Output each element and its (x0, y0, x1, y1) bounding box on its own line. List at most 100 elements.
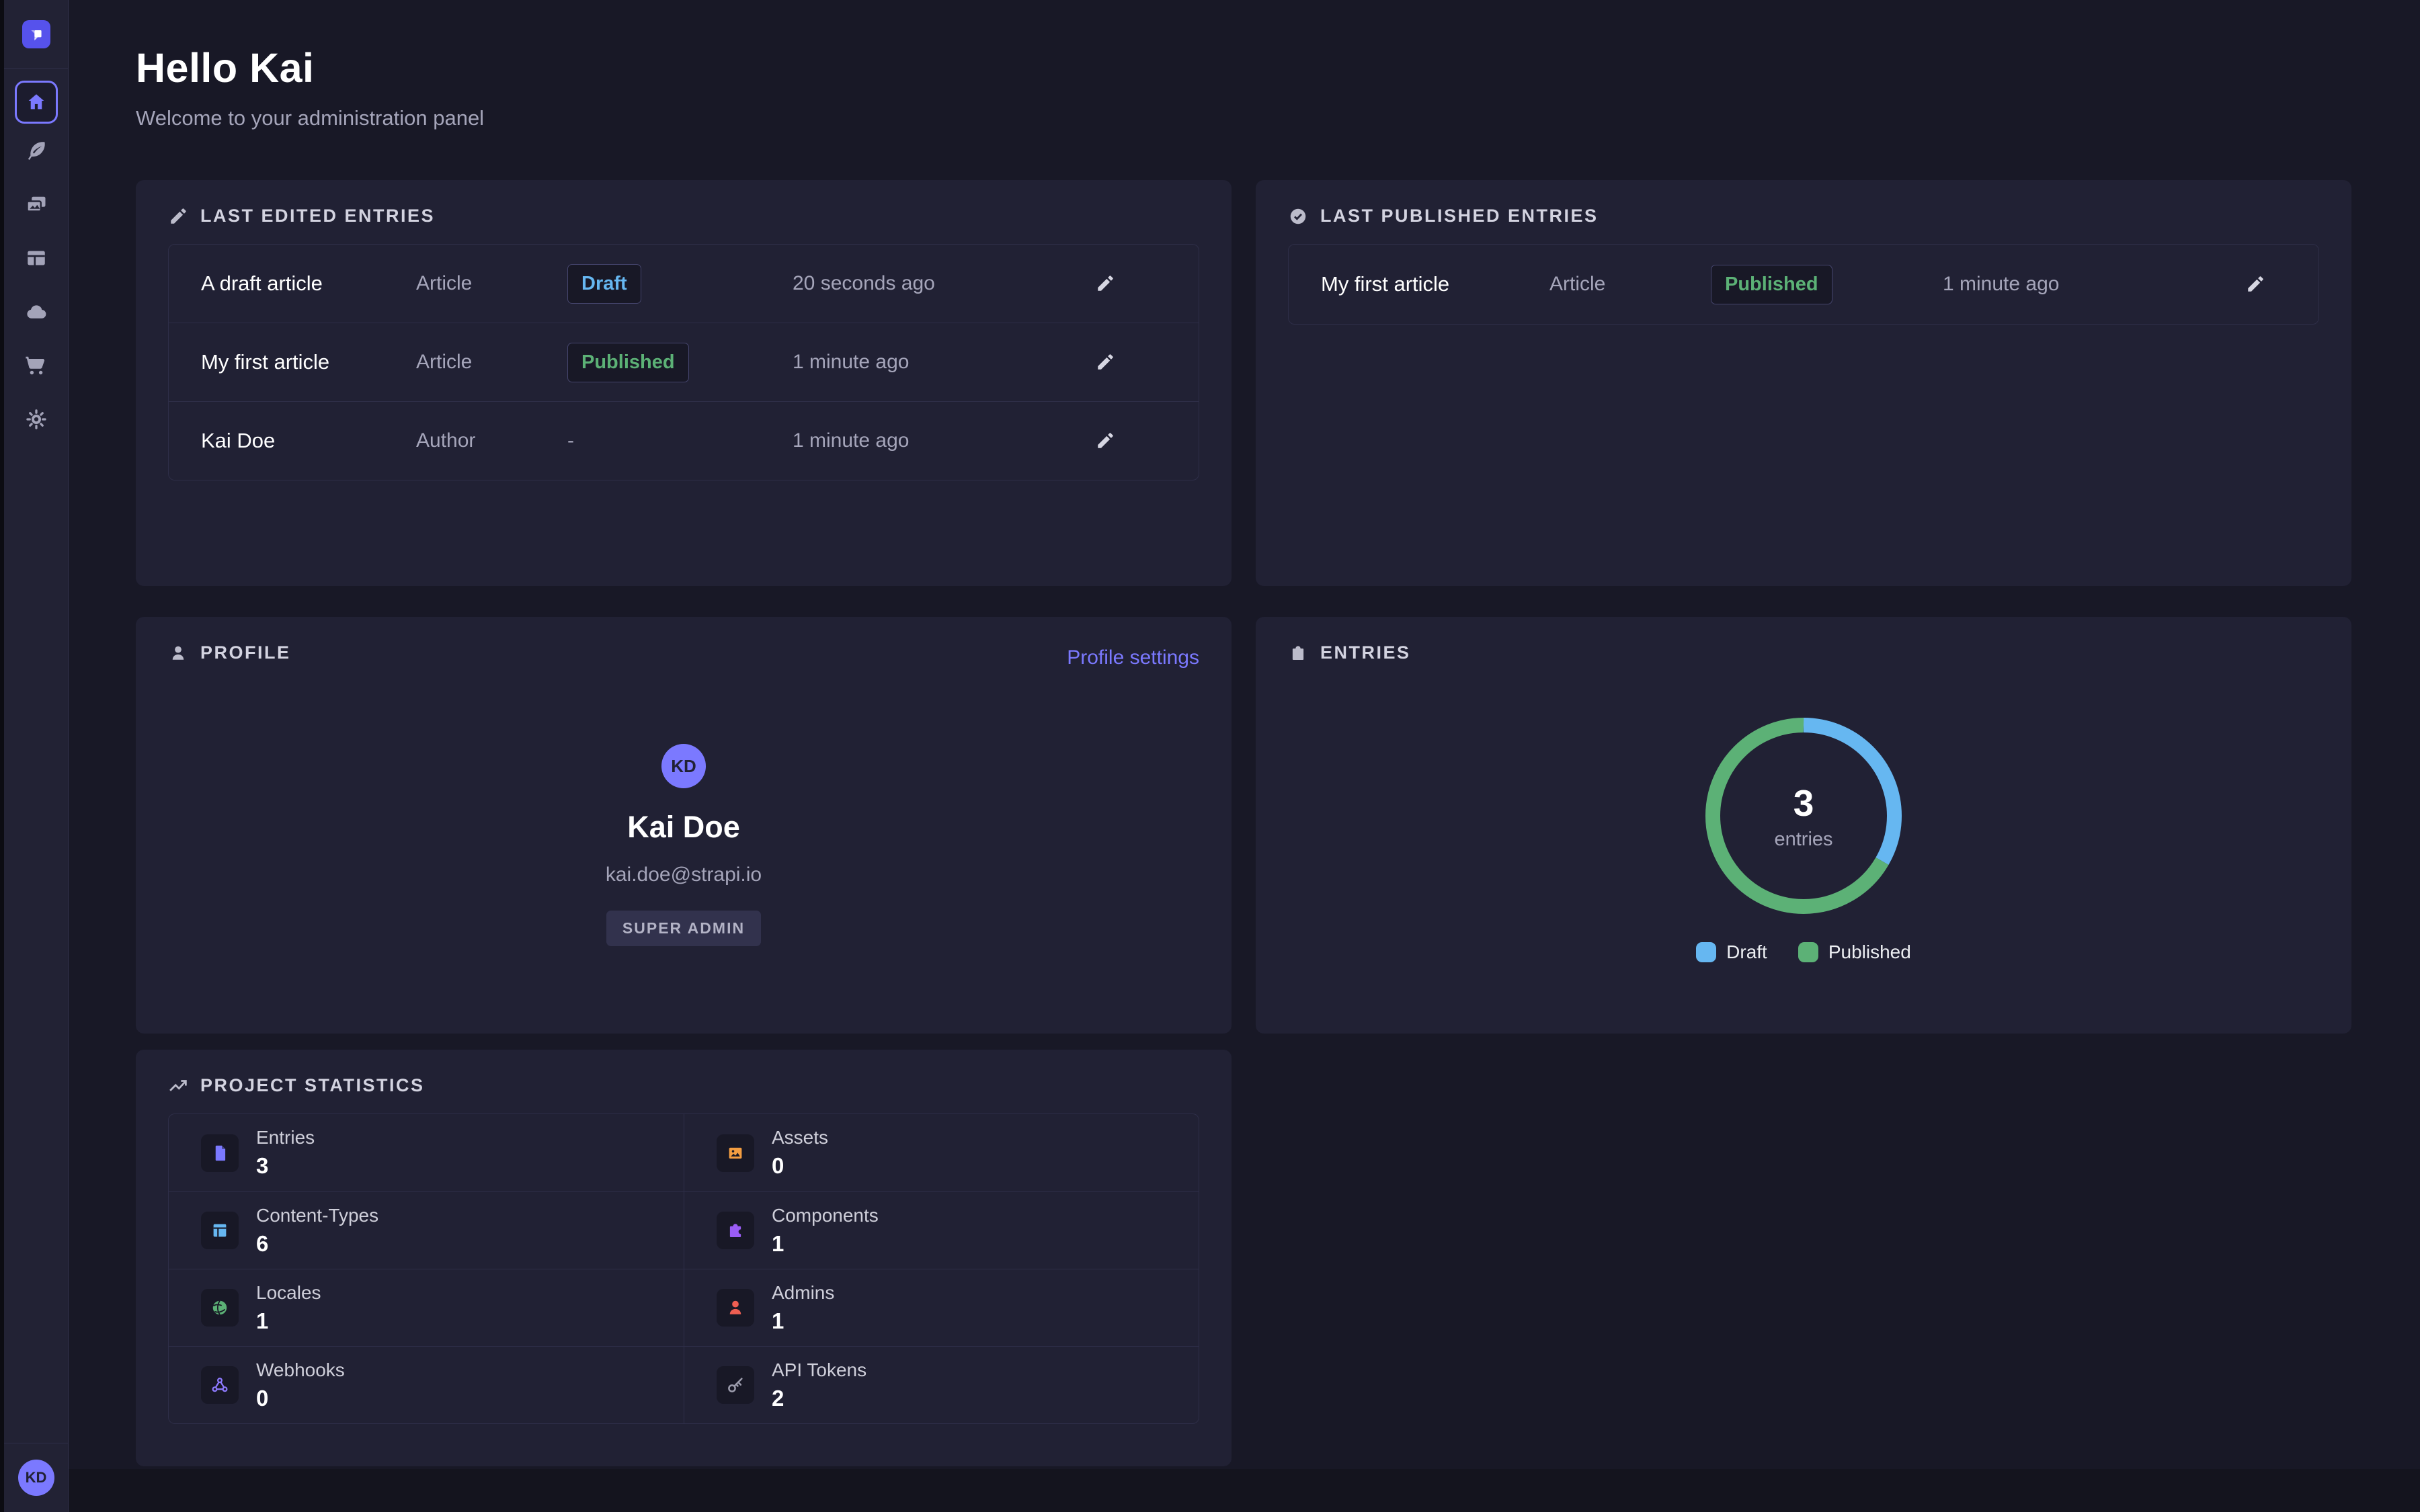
entry-name: My first article (201, 350, 416, 374)
entry-time: 1 minute ago (1943, 273, 2232, 296)
page-bottom-band (69, 1469, 2420, 1512)
status-badge: Published (1711, 265, 1832, 304)
legend-item-published: Published (1798, 941, 1911, 963)
layout-icon (201, 1212, 239, 1249)
profile-body: KD Kai Doe kai.doe@strapi.io SUPER ADMIN (136, 744, 1232, 946)
entry-type: Article (1549, 273, 1711, 296)
key-icon (717, 1366, 754, 1404)
sidebar-item-home[interactable] (15, 81, 58, 124)
feather-icon (24, 138, 48, 163)
entry-time: 1 minute ago (793, 429, 1082, 452)
edit-entry-button[interactable] (1082, 274, 1129, 294)
chart-legend: Draft Published (1256, 941, 2351, 963)
admin-person-icon (717, 1289, 754, 1327)
trend-up-icon (168, 1076, 188, 1096)
stat-entries: Entries3 (169, 1114, 684, 1191)
globe-icon (201, 1289, 239, 1327)
profile-title: PROFILE (168, 642, 1199, 663)
status-badge: Draft (567, 264, 641, 304)
last-published-entries-card: LAST PUBLISHED ENTRIES My first article … (1256, 180, 2351, 586)
last-edited-entries-title: LAST EDITED ENTRIES (168, 206, 1199, 226)
project-statistics-card: PROJECT STATISTICS Entries3 Assets0 (136, 1050, 1232, 1466)
last-published-entries-title: LAST PUBLISHED ENTRIES (1288, 206, 2319, 226)
sidebar-item-content-manager[interactable] (4, 124, 68, 177)
gear-icon (24, 407, 48, 431)
table-row[interactable]: My first article Article Published 1 min… (169, 323, 1199, 401)
cart-icon (24, 353, 48, 378)
edit-entry-button[interactable] (1082, 431, 1129, 451)
entry-name: My first article (1321, 272, 1549, 296)
sidebar-user-section: KD (4, 1443, 68, 1512)
profile-role-badge: SUPER ADMIN (606, 911, 761, 946)
stat-api-tokens: API Tokens2 (684, 1346, 1199, 1423)
sidebar-user-avatar[interactable]: KD (18, 1460, 54, 1496)
strapi-admin-dashboard: KD Hello Kai Welcome to your administrat… (0, 0, 2420, 1512)
profile-name: Kai Doe (627, 810, 740, 845)
entry-time: 20 seconds ago (793, 272, 1082, 295)
project-statistics-title: PROJECT STATISTICS (168, 1075, 1199, 1096)
avatar: KD (661, 744, 706, 788)
stat-webhooks: Webhooks0 (169, 1346, 684, 1423)
sidebar-item-settings[interactable] (4, 392, 68, 446)
person-icon (168, 643, 188, 663)
entry-type: Author (416, 429, 567, 452)
strapi-logo-icon (28, 26, 45, 43)
stat-admins: Admins1 (684, 1269, 1199, 1346)
page-subtitle: Welcome to your administration panel (136, 106, 484, 130)
puzzle-icon (1288, 643, 1308, 663)
sidebar-logo-section (4, 0, 68, 69)
profile-settings-link[interactable]: Profile settings (1067, 646, 1199, 669)
status-badge: - (567, 429, 574, 452)
file-icon (201, 1134, 239, 1172)
sidebar-nav (4, 69, 68, 446)
stat-components: Components1 (684, 1191, 1199, 1269)
last-edited-entries-card: LAST EDITED ENTRIES A draft article Arti… (136, 180, 1232, 586)
images-icon (24, 192, 48, 216)
entry-type: Article (416, 272, 567, 295)
sidebar-item-media-library[interactable] (4, 177, 68, 231)
table-row[interactable]: Kai Doe Author - 1 minute ago (169, 401, 1199, 480)
published-swatch (1798, 942, 1818, 962)
edit-entry-button[interactable] (1082, 352, 1129, 372)
last-edited-table: A draft article Article Draft 20 seconds… (168, 244, 1199, 480)
entries-count: 3 (1793, 782, 1814, 825)
edit-entry-button[interactable] (2232, 274, 2279, 294)
check-circle-icon (1288, 206, 1308, 226)
layout-icon (24, 246, 48, 270)
stat-locales: Locales1 (169, 1269, 684, 1346)
status-badge: Published (567, 343, 689, 382)
table-row[interactable]: My first article Article Published 1 min… (1289, 245, 2318, 324)
picture-icon (717, 1134, 754, 1172)
sidebar-item-cloud[interactable] (4, 285, 68, 339)
stat-assets: Assets0 (684, 1114, 1199, 1191)
entries-title: ENTRIES (1288, 642, 2319, 663)
sidebar: KD (4, 0, 69, 1512)
profile-email: kai.doe@strapi.io (606, 864, 762, 886)
stat-content-types: Content-Types6 (169, 1191, 684, 1269)
sidebar-item-marketplace[interactable] (4, 339, 68, 392)
legend-item-draft: Draft (1696, 941, 1767, 963)
pencil-icon (168, 206, 188, 226)
page-title: Hello Kai (136, 44, 484, 91)
entry-time: 1 minute ago (793, 351, 1082, 374)
home-icon (26, 91, 47, 113)
webhook-icon (201, 1366, 239, 1404)
table-row[interactable]: A draft article Article Draft 20 seconds… (169, 245, 1199, 323)
donut-center: 3 entries (1705, 718, 1902, 914)
entries-count-label: entries (1774, 829, 1832, 851)
sidebar-item-content-type-builder[interactable] (4, 231, 68, 285)
cloud-icon (24, 300, 48, 324)
main-content: Hello Kai Welcome to your administration… (69, 0, 2420, 1512)
puzzle-icon (717, 1212, 754, 1249)
last-published-table: My first article Article Published 1 min… (1288, 244, 2319, 325)
stats-table: Entries3 Assets0 Content-Types6 (168, 1114, 1199, 1424)
entry-name: Kai Doe (201, 429, 416, 453)
entry-type: Article (416, 351, 567, 374)
entry-name: A draft article (201, 271, 416, 296)
strapi-logo[interactable] (22, 20, 50, 48)
entries-donut-chart: 3 entries (1705, 718, 1902, 914)
draft-swatch (1696, 942, 1716, 962)
entries-card: ENTRIES 3 entries Draft (1256, 617, 2351, 1034)
page-header: Hello Kai Welcome to your administration… (136, 44, 484, 130)
profile-card: PROFILE Profile settings KD Kai Doe kai.… (136, 617, 1232, 1034)
